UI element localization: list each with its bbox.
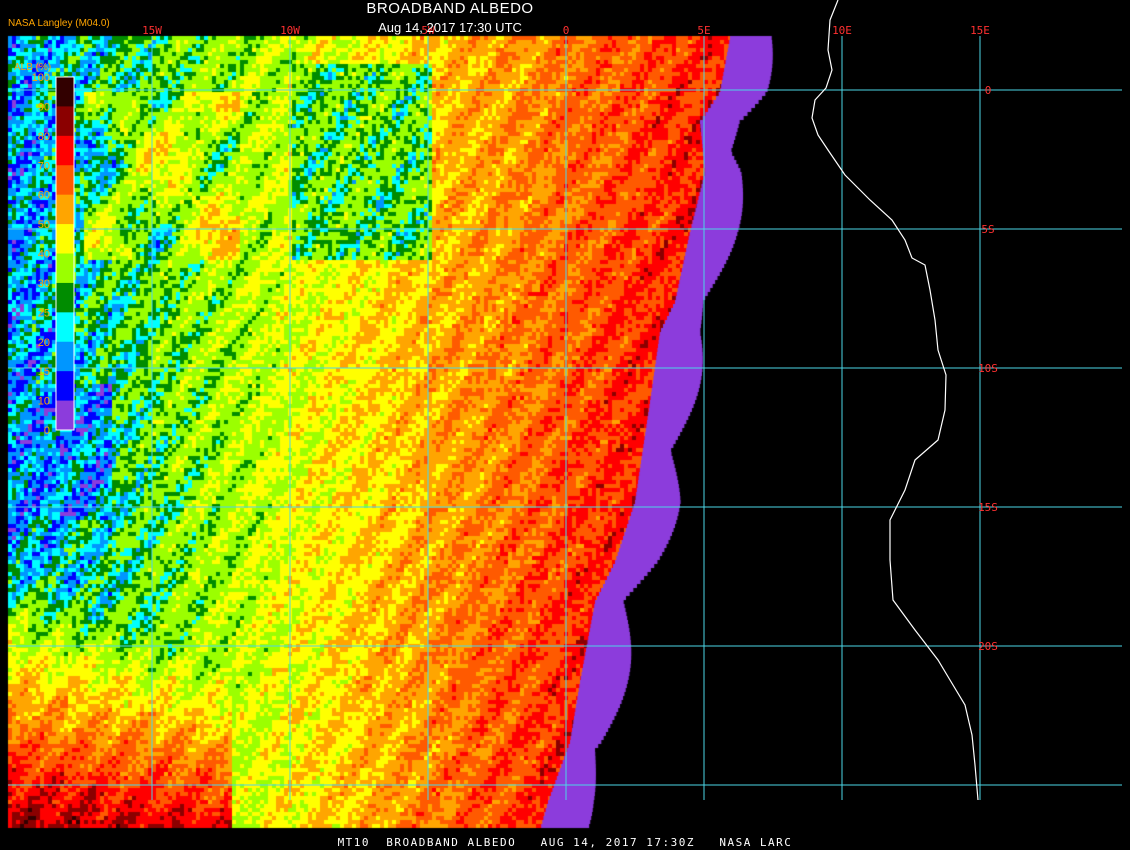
latitude-label: 10S bbox=[978, 362, 998, 375]
color-legend: 10090807060504030252015100 bbox=[32, 72, 75, 437]
legend-tick-label: 0 bbox=[44, 425, 50, 437]
legend-tick-label: 40 bbox=[38, 249, 50, 261]
legend-tick-label: 80 bbox=[38, 131, 50, 143]
legend-swatch bbox=[56, 165, 74, 196]
legend-swatch bbox=[56, 106, 74, 137]
legend-tick-label: 90 bbox=[38, 101, 50, 113]
legend-swatch bbox=[56, 224, 74, 254]
legend-swatch bbox=[56, 312, 74, 343]
longitude-label: 15E bbox=[970, 24, 990, 37]
legend-swatch bbox=[56, 282, 74, 313]
coastline bbox=[811, 0, 979, 801]
satellite-map-view: 15W 10W 5W 0 5E 10E 15E 0 5S 10S 15S 20S 100 90 80 70… bbox=[0, 0, 1130, 850]
legend-tick-label: 50 bbox=[38, 219, 50, 231]
legend-swatch bbox=[56, 253, 74, 284]
legend-swatch bbox=[56, 371, 74, 402]
legend-swatch bbox=[56, 135, 74, 166]
latitude-label: 20S bbox=[978, 640, 998, 653]
legend-title: ALB (%) bbox=[14, 62, 52, 73]
legend-tick-label: 25 bbox=[38, 307, 50, 319]
lat-lon-grid bbox=[8, 36, 1122, 800]
map-overlay: 15W 10W 5W 0 5E 10E 15E 05S10S15S20S 100908070… bbox=[8, 0, 1122, 801]
legend-swatch bbox=[56, 400, 74, 431]
latitude-labels: 0 5S 10S 15S 20S bbox=[978, 84, 998, 653]
footer-caption: MT10 BROADBAND ALBEDO AUG 14, 2017 17:30… bbox=[337, 836, 793, 849]
legend-tick-label: 15 bbox=[38, 366, 50, 378]
legend-swatch bbox=[56, 77, 74, 107]
latitude-label: 0 bbox=[985, 84, 992, 97]
legend-tick-label: 70 bbox=[38, 160, 50, 172]
legend-swatch bbox=[56, 341, 74, 372]
legend-tick-label: 20 bbox=[38, 337, 50, 349]
legend-tick-label: 100 bbox=[32, 72, 50, 84]
legend-tick-label: 10 bbox=[38, 396, 50, 408]
legend-swatch bbox=[56, 194, 74, 225]
map-title: BROADBAND ALBEDO bbox=[366, 0, 534, 17]
latitude-label: 15S bbox=[978, 501, 998, 514]
legend-tick-label: 30 bbox=[38, 278, 50, 290]
latitude-label: 5S bbox=[981, 223, 994, 236]
legend-tick-label: 60 bbox=[38, 190, 50, 202]
provider-label: NASA Langley (M04.0) bbox=[8, 18, 110, 29]
map-timestamp: Aug 14, 2017 17:30 UTC bbox=[378, 20, 522, 35]
